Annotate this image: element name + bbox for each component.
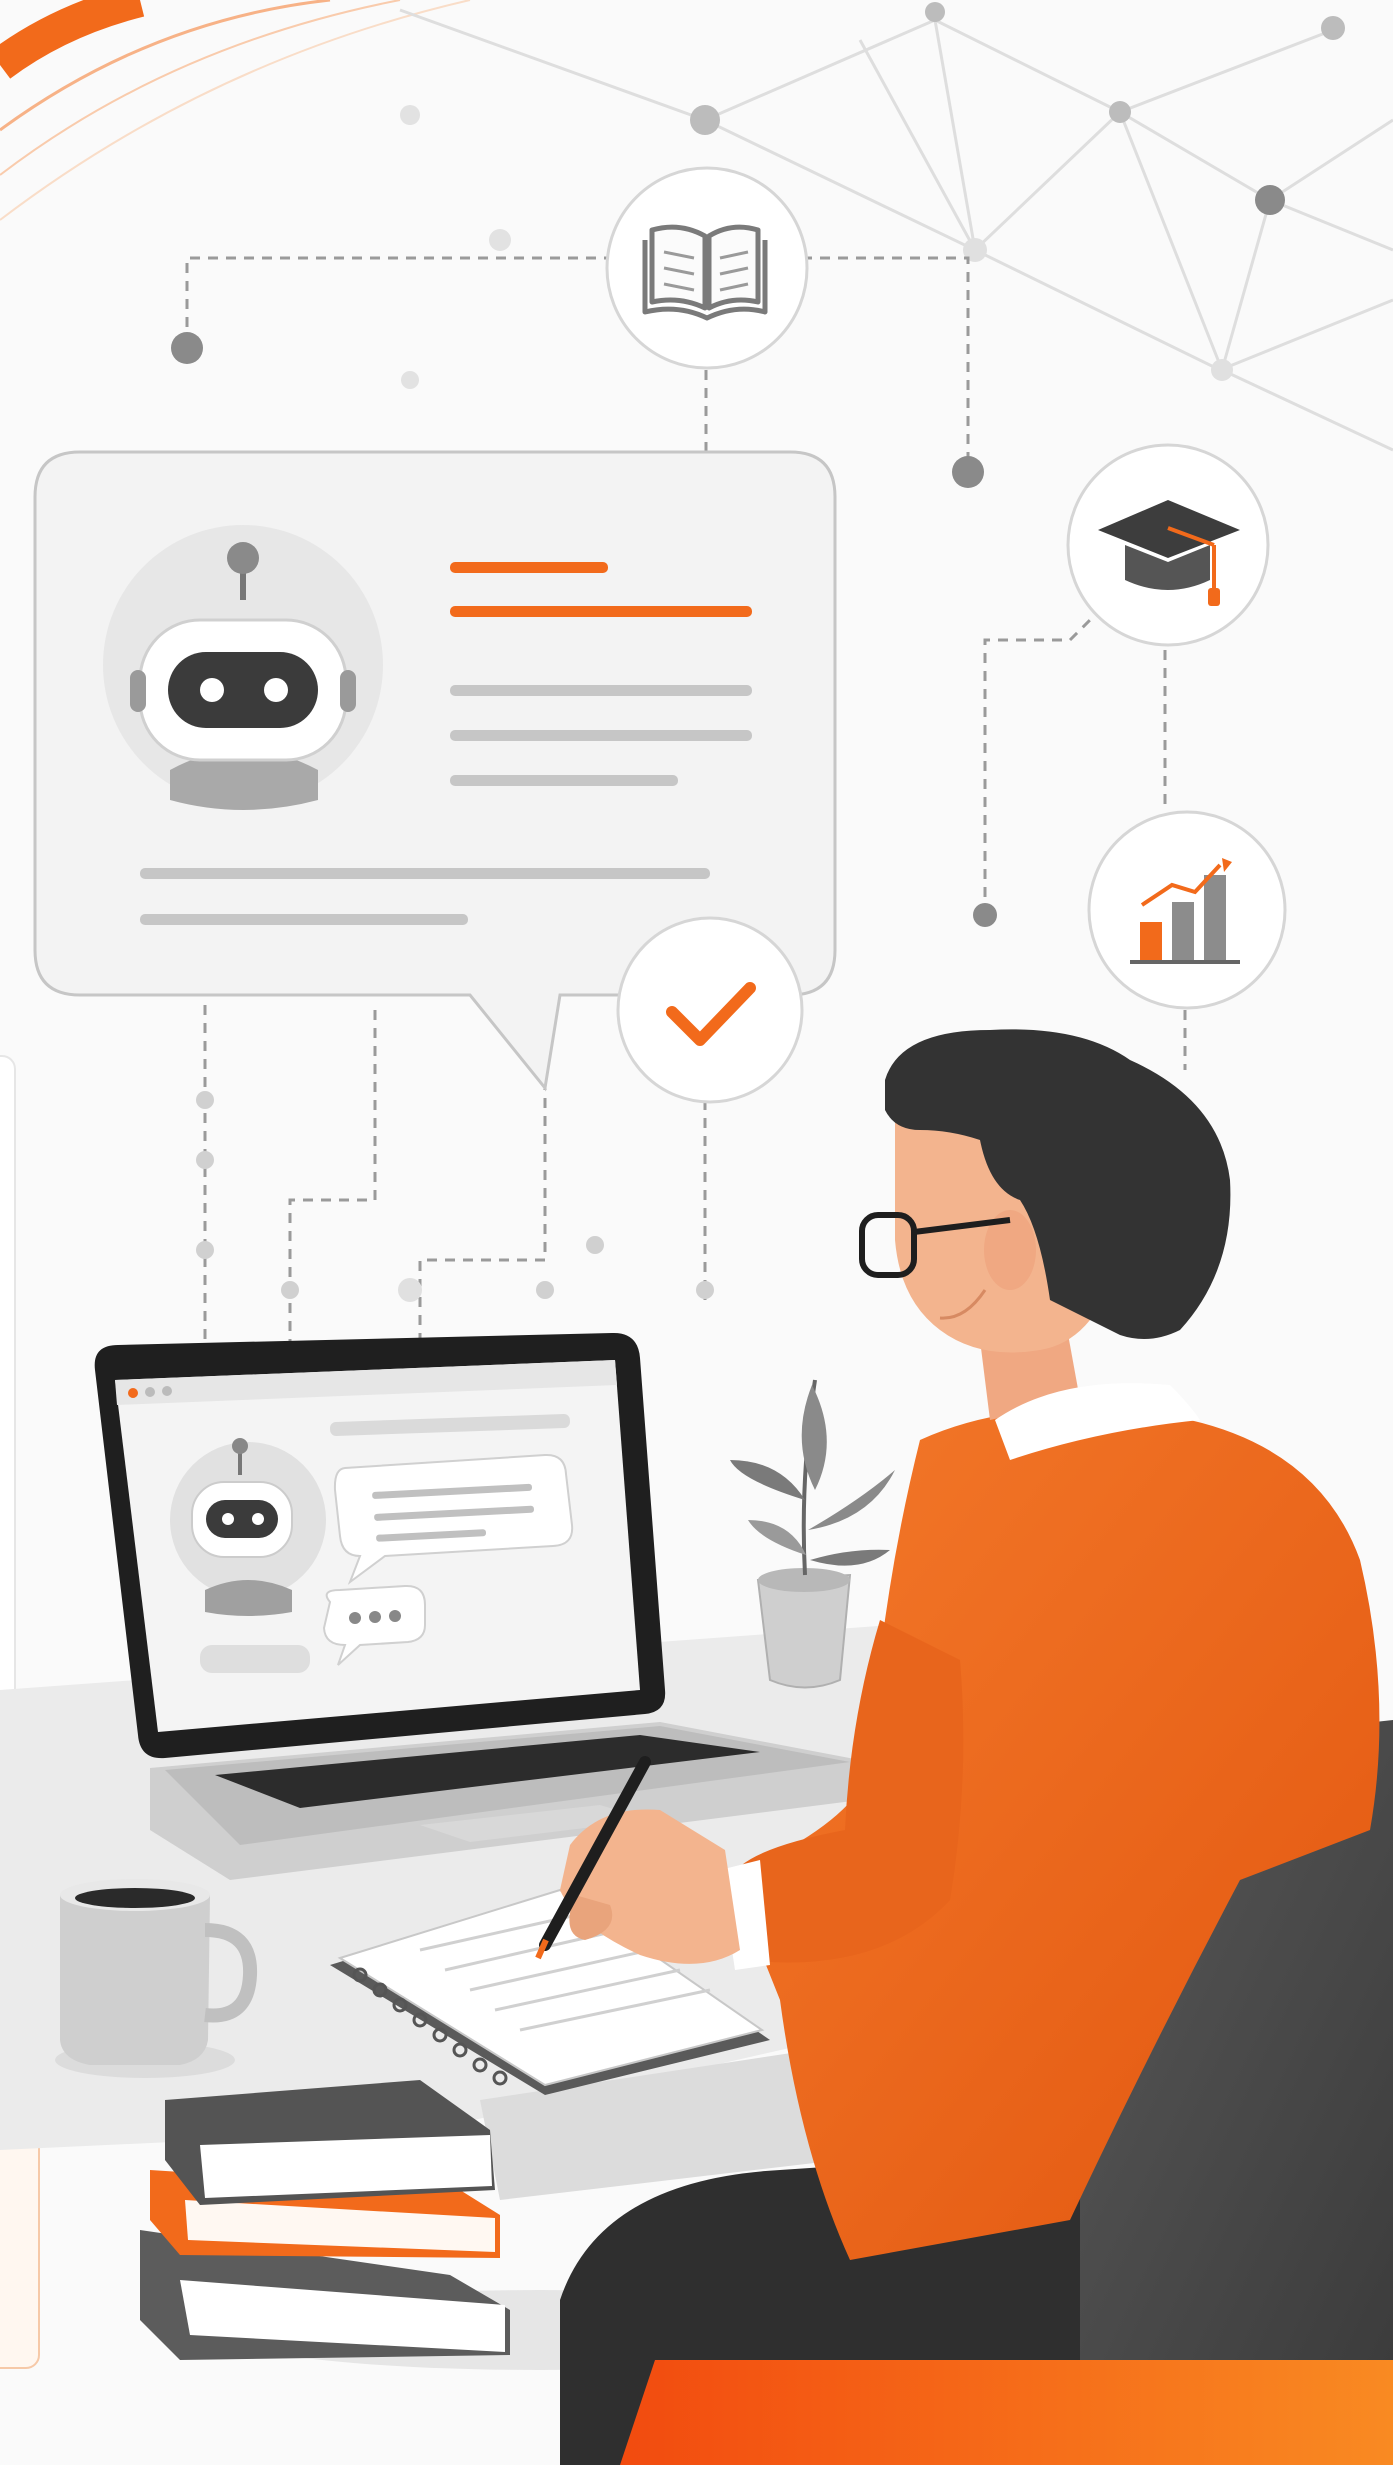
bar-chart-icon <box>1087 810 1287 1010</box>
check-icon <box>616 916 804 1104</box>
graduation-cap-icon <box>1066 443 1270 647</box>
book-stack <box>140 2080 510 2360</box>
illustration-scene <box>0 0 1393 2465</box>
network-mesh <box>399 8 1393 452</box>
laptop <box>94 1332 860 1880</box>
bottom-ribbon <box>620 2360 1393 2465</box>
corner-arcs <box>0 0 471 221</box>
book-icon <box>605 166 809 370</box>
